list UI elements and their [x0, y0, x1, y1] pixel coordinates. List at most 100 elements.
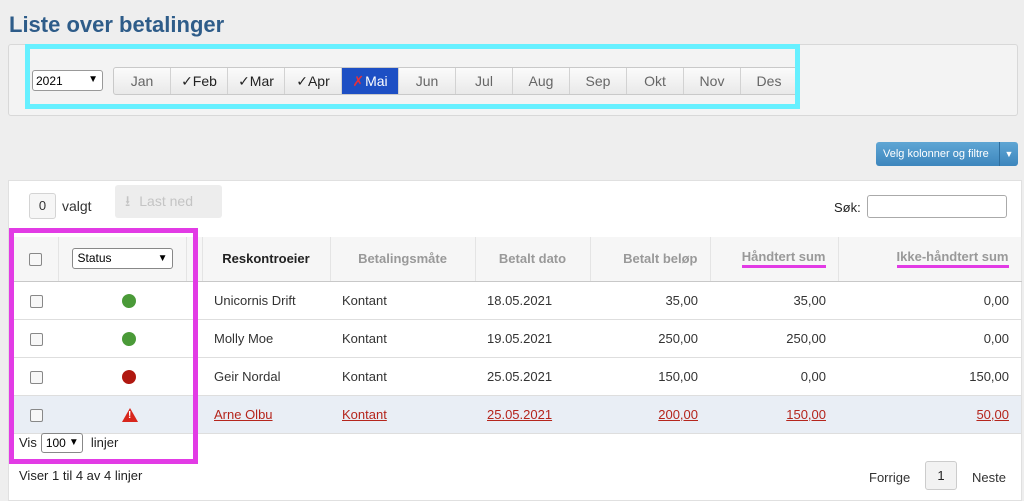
tab-month-aug[interactable]: Aug [513, 68, 570, 94]
handled-cell: 35,00 [710, 281, 838, 320]
caret-down-icon[interactable]: ▼ [999, 142, 1018, 166]
month-tabs: Jan ✓Feb ✓Mar ✓Apr ✗Mai Jun Jul Aug Sep … [113, 67, 798, 95]
spacer-cell [186, 395, 202, 434]
selected-label: valgt [62, 198, 92, 214]
table-row[interactable]: Unicornis Drift Kontant 18.05.2021 35,00… [14, 281, 1021, 320]
download-button[interactable]: ⭳ Last ned [115, 185, 222, 218]
column-header-date[interactable]: Betalt dato [475, 237, 591, 282]
search-input[interactable] [867, 195, 1007, 218]
status-filter-select[interactable]: Status ▼ [71, 248, 173, 270]
tab-month-nov[interactable]: Nov [684, 68, 741, 94]
column-header-owner[interactable]: Reskontroeier [202, 237, 331, 282]
method-cell: Kontant [330, 319, 475, 358]
owner-link[interactable]: Arne Olbu [202, 395, 330, 434]
row-checkbox-cell [14, 357, 58, 396]
method-link[interactable]: Kontant [330, 395, 475, 434]
owner-cell: Geir Nordal [202, 357, 330, 396]
spacer-cell [186, 357, 202, 396]
tab-month-jul[interactable]: Jul [456, 68, 513, 94]
month-label: Jul [475, 73, 493, 89]
tab-month-jun[interactable]: Jun [399, 68, 456, 94]
tab-month-okt[interactable]: Okt [627, 68, 684, 94]
table-row[interactable]: Molly Moe Kontant 19.05.2021 250,00 250,… [14, 319, 1021, 358]
status-cell: ! [58, 395, 186, 434]
select-all-checkbox[interactable] [29, 253, 43, 267]
paid-cell: 250,00 [590, 319, 710, 358]
handled-cell: 0,00 [710, 357, 838, 396]
column-header-handled[interactable]: Håndtert sum [710, 237, 839, 282]
tab-month-feb[interactable]: ✓Feb [171, 68, 228, 94]
row-checkbox[interactable] [29, 294, 43, 308]
row-checkbox-cell [14, 319, 58, 358]
date-cell: 18.05.2021 [475, 281, 590, 320]
payments-table: Status ▼ Reskontroeier Betalingsmåte Beta… [14, 237, 1022, 434]
handled-link[interactable]: 150,00 [710, 395, 838, 434]
year-value: 2021 [36, 74, 63, 88]
column-header-paid[interactable]: Betalt beløp [590, 237, 711, 282]
download-label: Last ned [139, 193, 193, 209]
row-checkbox[interactable] [29, 332, 43, 346]
page-size-select[interactable]: 100 ▼ [40, 433, 83, 453]
chevron-down-icon: ▼ [88, 74, 98, 85]
method-cell: Kontant [330, 357, 475, 396]
next-page-button[interactable]: Neste [972, 470, 1006, 485]
checkmark-icon: ✓ [238, 73, 250, 89]
selected-count: 0 [29, 193, 56, 219]
page-size-suffix: linjer [90, 435, 119, 450]
row-checkbox[interactable] [29, 408, 43, 422]
paid-cell: 35,00 [590, 281, 710, 320]
year-select[interactable]: 2021 ▼ [32, 70, 103, 91]
tab-month-mai[interactable]: ✗Mai [342, 68, 399, 94]
checkmark-icon: ✓ [296, 73, 308, 89]
status-filter-value: Status [77, 251, 112, 266]
column-header-method[interactable]: Betalingsmåte [330, 237, 476, 282]
month-label: Mar [249, 73, 274, 89]
month-label: Jun [415, 73, 439, 89]
handled-cell: 250,00 [710, 319, 838, 358]
spacer-cell [186, 281, 202, 320]
page-1-button[interactable]: 1 [925, 461, 957, 490]
month-label: Mai [365, 73, 388, 89]
method-cell: Kontant [330, 281, 475, 320]
date-link[interactable]: 25.05.2021 [475, 395, 590, 434]
tab-month-mar[interactable]: ✓Mar [228, 68, 285, 94]
unhandled-cell: 0,00 [838, 319, 1021, 358]
chevron-down-icon: ▼ [68, 437, 79, 448]
date-cell: 25.05.2021 [475, 357, 590, 396]
tab-month-apr[interactable]: ✓Apr [285, 68, 342, 94]
tab-month-jan[interactable]: Jan [114, 68, 171, 94]
spacer-header [186, 237, 203, 282]
unhandled-link[interactable]: 50,00 [838, 395, 1021, 434]
page-size-control: Vis 100 ▼ linjer [19, 433, 118, 453]
status-header: Status ▼ [58, 237, 187, 282]
checkmark-icon: ✓ [181, 73, 193, 89]
column-header-unhandled[interactable]: Ikke-håndtert sum [838, 237, 1022, 282]
search-label: Søk: [834, 200, 861, 215]
owner-cell: Molly Moe [202, 319, 330, 358]
table-header-row: Status ▼ Reskontroeier Betalingsmåte Beta… [14, 237, 1022, 282]
unhandled-cell: 0,00 [838, 281, 1021, 320]
download-icon: ⭳ [125, 193, 131, 210]
month-label: Jan [130, 73, 154, 89]
month-label: Okt [644, 73, 666, 89]
status-cell [58, 281, 186, 320]
table-row[interactable]: ! Arne Olbu Kontant 25.05.2021 200,00 15… [14, 395, 1021, 434]
status-ok-icon [122, 331, 136, 346]
table-row[interactable]: Geir Nordal Kontant 25.05.2021 150,00 0,… [14, 357, 1021, 396]
select-all-cell [14, 237, 59, 282]
tab-month-sep[interactable]: Sep [570, 68, 627, 94]
month-label: Nov [699, 73, 725, 89]
row-checkbox[interactable] [29, 370, 43, 384]
prev-page-button[interactable]: Forrige [869, 470, 910, 485]
date-cell: 19.05.2021 [475, 319, 590, 358]
status-error-icon [122, 369, 136, 384]
page-size-prefix: Vis [19, 435, 37, 450]
page-size-value: 100 [45, 436, 66, 450]
month-label: Apr [307, 73, 330, 89]
owner-cell: Unicornis Drift [202, 281, 330, 320]
month-label: Des [756, 73, 782, 89]
paid-link[interactable]: 200,00 [590, 395, 710, 434]
select-columns-button[interactable]: Velg kolonner og filtre ▼ [876, 142, 1018, 166]
row-checkbox-cell [14, 395, 58, 434]
tab-month-des[interactable]: Des [741, 68, 797, 94]
